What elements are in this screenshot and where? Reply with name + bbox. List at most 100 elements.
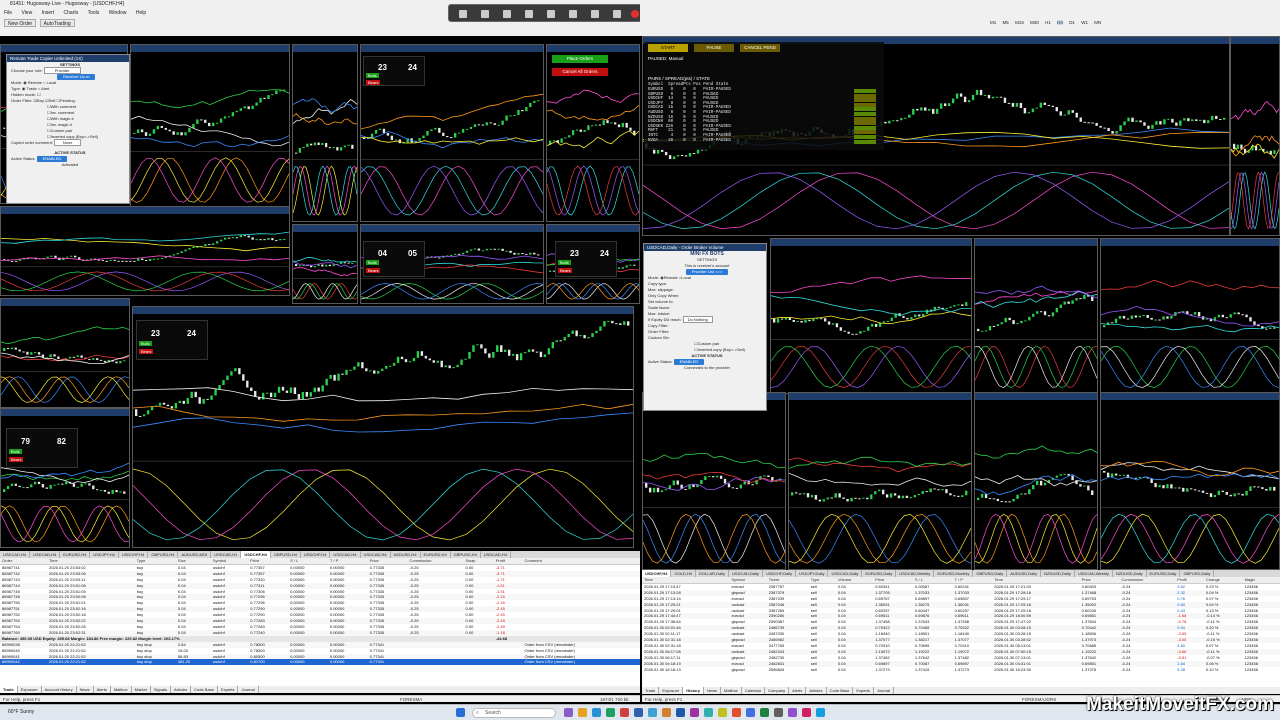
pair-state-box[interactable] xyxy=(854,121,876,126)
chart-window-titlebar[interactable] xyxy=(293,225,357,232)
tab[interactable]: USDCAD,H4 xyxy=(361,551,391,558)
chart-window[interactable] xyxy=(0,206,290,296)
pause-button[interactable]: PAUSE xyxy=(694,44,734,52)
tab[interactable]: Code Base xyxy=(191,686,218,693)
chart-window-titlebar[interactable] xyxy=(975,239,1097,246)
cancel-pend-button[interactable]: CANCEL PEND xyxy=(740,44,780,52)
menu-tools[interactable]: Tools xyxy=(84,9,104,18)
pair-state-box[interactable] xyxy=(854,112,876,116)
chart-window[interactable] xyxy=(974,392,1098,570)
filter-with-comment[interactable]: With comment xyxy=(51,104,77,109)
chart-window[interactable] xyxy=(292,44,358,222)
filter-sell[interactable]: Sell xyxy=(49,98,56,103)
tab[interactable]: USDJPY,H4 xyxy=(90,551,119,558)
tab[interactable]: Alerts xyxy=(94,686,111,693)
tab[interactable]: DOLLAR,Daily xyxy=(696,570,730,577)
provider-list-button[interactable]: Provider List ==> xyxy=(685,269,729,275)
mode-remote[interactable]: Remote xyxy=(28,80,42,85)
copied-comment-select[interactable]: None xyxy=(53,139,82,146)
tab[interactable]: GOLD,H4 xyxy=(671,570,697,577)
chart-window[interactable] xyxy=(292,224,358,304)
taskbar-search[interactable]: ⌕ Search xyxy=(472,708,556,718)
chart-canvas[interactable] xyxy=(643,400,785,570)
tab[interactable]: USDCAD,H4 xyxy=(330,551,361,558)
chart-window[interactable] xyxy=(0,298,130,408)
app-icon-17[interactable] xyxy=(788,708,797,717)
filter-pending[interactable]: Pending xyxy=(60,98,75,103)
table-row[interactable]: 2026.01.29 17:13:28 gbpusd 2387379 sell 0.04… xyxy=(642,589,1280,596)
app-icon-8[interactable] xyxy=(662,708,671,717)
app-icon-5[interactable] xyxy=(620,708,629,717)
chart-canvas[interactable] xyxy=(1101,400,1279,570)
tab[interactable]: Exposure xyxy=(18,686,42,693)
role-select[interactable]: Provider xyxy=(43,67,81,74)
chart-window[interactable] xyxy=(1230,36,1280,236)
table-row[interactable]: 2026.01.29 17:29:21 usdcad 2387246 sell 0.04… xyxy=(642,601,1280,608)
chart-window-titlebar[interactable] xyxy=(133,307,633,314)
app-icon-11[interactable] xyxy=(704,708,713,717)
pair-state-box[interactable] xyxy=(854,125,876,130)
chart-window-titlebar[interactable] xyxy=(1,207,289,214)
mode-local[interactable]: Local xyxy=(47,80,57,85)
chart-window-titlebar[interactable] xyxy=(547,225,639,232)
chart-canvas[interactable] xyxy=(789,400,971,570)
pair-state-box[interactable] xyxy=(854,107,876,112)
table-row[interactable]: 2026.01.29 17:13:47 eurusd 2387757 sell 0.04… xyxy=(642,583,1280,589)
filter-inv-magic[interactable]: Inv. magic # xyxy=(51,122,72,127)
app-icon-10[interactable] xyxy=(690,708,699,717)
chart-canvas[interactable] xyxy=(1231,44,1279,236)
chart-window-titlebar[interactable] xyxy=(975,393,1097,400)
app-icon-18[interactable] xyxy=(802,708,811,717)
chart-canvas[interactable] xyxy=(1101,246,1279,394)
tab[interactable]: GBPUSD,H4 xyxy=(271,551,301,558)
tab[interactable]: EURUSD,Monthly xyxy=(934,570,974,577)
r-custom-pair-label[interactable]: Custom pair xyxy=(698,341,720,346)
chart-window-titlebar[interactable] xyxy=(1101,239,1279,246)
chart-window-titlebar[interactable] xyxy=(789,393,971,400)
pair-state-box[interactable] xyxy=(854,102,876,107)
pair-state-box[interactable] xyxy=(854,135,876,139)
app-icon-2[interactable] xyxy=(578,708,587,717)
app-icon-1[interactable] xyxy=(564,708,573,717)
filter-custom-pair[interactable]: Custom pair xyxy=(51,128,73,133)
pair-state-box[interactable] xyxy=(854,98,876,103)
filter-with-magic[interactable]: With magic # xyxy=(51,116,74,121)
tab[interactable]: USDCAD,H4 xyxy=(30,551,61,558)
chart-window[interactable] xyxy=(974,238,1098,394)
tab[interactable]: Exposure xyxy=(659,687,684,694)
tf-w1[interactable]: W1 xyxy=(1081,20,1088,25)
chart-window[interactable] xyxy=(770,238,972,394)
chart-window[interactable] xyxy=(130,44,290,209)
tab[interactable]: USDCAD,Weekly xyxy=(896,570,935,577)
menu-help[interactable]: Help xyxy=(132,9,150,18)
tab[interactable]: USDJPY,Daily xyxy=(796,570,829,577)
tab[interactable]: Calendar xyxy=(742,687,766,694)
app-icon-13[interactable] xyxy=(732,708,741,717)
tf-mn[interactable]: MN xyxy=(1094,20,1101,25)
app-icon-15[interactable] xyxy=(760,708,769,717)
chart-canvas[interactable] xyxy=(131,52,289,209)
chart-window[interactable] xyxy=(642,392,786,570)
tab[interactable]: USDCAD,H1 xyxy=(211,551,242,558)
tab[interactable]: Experts xyxy=(853,687,874,694)
app-icon-6[interactable] xyxy=(634,708,643,717)
chart-canvas[interactable] xyxy=(975,246,1097,394)
filter-buy[interactable]: Buy xyxy=(37,98,44,103)
tab[interactable]: EURUSD,Daily xyxy=(1147,570,1181,577)
app-icon-16[interactable] xyxy=(774,708,783,717)
weather-widget[interactable]: 60°F Sunny xyxy=(8,709,34,715)
menu-file[interactable]: File xyxy=(0,9,16,18)
pair-state-box[interactable] xyxy=(854,130,876,135)
tab[interactable]: GBPUSD,H4 xyxy=(148,551,179,558)
chart-window-titlebar[interactable] xyxy=(361,45,543,52)
tab[interactable]: USDCHF,H4 xyxy=(119,551,149,558)
new-order-button[interactable]: New Order xyxy=(4,19,37,27)
app-icon-9[interactable] xyxy=(676,708,685,717)
tf-h1[interactable]: H1 xyxy=(1045,20,1051,25)
chart-canvas[interactable] xyxy=(975,400,1097,570)
tab[interactable]: News xyxy=(77,686,94,693)
menu-insert[interactable]: Insert xyxy=(38,9,59,18)
tf-h4[interactable]: H4 xyxy=(1057,20,1063,25)
app-icon-14[interactable] xyxy=(746,708,755,717)
table-row[interactable]: 2026.01.30 04:18:19 eurusd 2482831 sell 0.04… xyxy=(642,660,1280,667)
